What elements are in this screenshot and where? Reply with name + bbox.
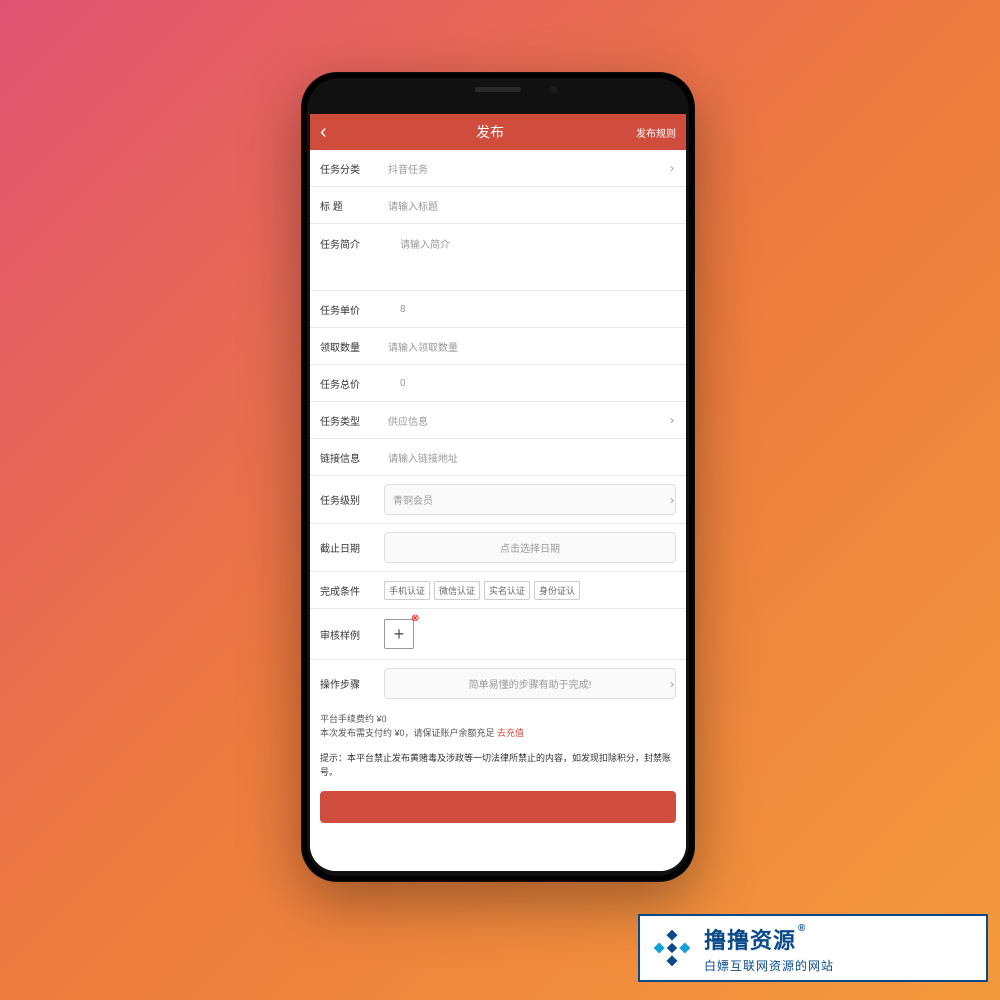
label-steps: 操作步骤 bbox=[320, 676, 376, 691]
chevron-right-icon: › bbox=[670, 413, 674, 427]
row-conditions: 完成条件 手机认证 微信认证 实名认证 身份证认 bbox=[310, 572, 686, 608]
row-deadline[interactable]: 截止日期 点击选择日期 bbox=[310, 524, 686, 571]
label-level: 任务级别 bbox=[320, 492, 376, 507]
screen: ‹ 发布 发布规则 任务分类 抖音任务 › 标 题 请输入标题 任务简介 bbox=[310, 114, 686, 871]
registered-icon: ® bbox=[798, 923, 806, 934]
tag-realname-verify[interactable]: 实名认证 bbox=[484, 581, 530, 600]
front-camera bbox=[550, 86, 557, 93]
row-title: 标 题 请输入标题 bbox=[310, 187, 686, 223]
tag-phone-verify[interactable]: 手机认证 bbox=[384, 581, 430, 600]
row-category[interactable]: 任务分类 抖音任务 › bbox=[310, 150, 686, 186]
row-level[interactable]: 任务级别 青铜会员 › bbox=[310, 476, 686, 523]
form-content[interactable]: 任务分类 抖音任务 › 标 题 请输入标题 任务简介 请输入简介 任务单价 bbox=[310, 150, 686, 871]
row-price: 任务单价 8 bbox=[310, 291, 686, 327]
badge-subtitle: 白嫖互联网资源的网站 bbox=[704, 957, 834, 974]
input-qty[interactable]: 请输入领取数量 bbox=[384, 339, 676, 354]
label-link: 链接信息 bbox=[320, 450, 376, 465]
fee-info: 平台手续费约 ¥0 本次发布需支付约 ¥0，请保证账户余额充足 去充值 bbox=[310, 707, 686, 746]
tag-wechat-verify[interactable]: 微信认证 bbox=[434, 581, 480, 600]
chevron-right-icon: › bbox=[670, 677, 674, 691]
date-picker[interactable]: 点击选择日期 bbox=[384, 532, 676, 563]
upload-sample-button[interactable]: + ⊗ bbox=[384, 619, 414, 649]
value-type: 供应信息 bbox=[384, 413, 676, 428]
recharge-link[interactable]: 去充值 bbox=[497, 728, 524, 738]
label-sample: 审核样例 bbox=[320, 627, 376, 642]
badge-title: 撸撸资源® bbox=[704, 923, 834, 955]
badge-logo-icon bbox=[650, 926, 694, 970]
back-button[interactable]: ‹ bbox=[320, 121, 344, 144]
input-steps[interactable]: 简单易懂的步骤有助于完成! bbox=[384, 668, 676, 699]
tag-id-verify[interactable]: 身份证认 bbox=[534, 581, 580, 600]
select-level[interactable]: 青铜会员 bbox=[384, 484, 676, 515]
input-title[interactable]: 请输入标题 bbox=[384, 198, 676, 213]
input-link[interactable]: 请输入链接地址 bbox=[384, 450, 676, 465]
label-type: 任务类型 bbox=[320, 413, 376, 428]
close-icon[interactable]: ⊗ bbox=[411, 614, 421, 624]
phone-frame: ‹ 发布 发布规则 任务分类 抖音任务 › 标 题 请输入标题 任务简介 bbox=[301, 72, 695, 882]
row-intro: 任务简介 请输入简介 bbox=[310, 224, 686, 290]
fee-line2: 本次发布需支付约 ¥0，请保证账户余额充足 去充值 bbox=[320, 727, 676, 741]
label-intro: 任务简介 bbox=[320, 236, 376, 251]
row-link: 链接信息 请输入链接地址 bbox=[310, 439, 686, 475]
navbar: ‹ 发布 发布规则 bbox=[310, 114, 686, 150]
row-total: 任务总价 0 bbox=[310, 365, 686, 401]
earpiece bbox=[475, 87, 521, 92]
watermark-badge: 撸撸资源® 白嫖互联网资源的网站 bbox=[638, 914, 988, 982]
value-total: 0 bbox=[384, 378, 676, 389]
deadline-placeholder: 点击选择日期 bbox=[500, 540, 560, 555]
label-title: 标 题 bbox=[320, 198, 376, 213]
label-total: 任务总价 bbox=[320, 376, 376, 391]
rules-link[interactable]: 发布规则 bbox=[636, 125, 676, 140]
condition-tags: 手机认证 微信认证 实名认证 身份证认 bbox=[384, 581, 580, 600]
row-steps[interactable]: 操作步骤 简单易懂的步骤有助于完成! › bbox=[310, 660, 686, 707]
label-conditions: 完成条件 bbox=[320, 583, 376, 598]
value-category: 抖音任务 bbox=[384, 161, 676, 176]
page-title: 发布 bbox=[476, 122, 504, 142]
submit-button[interactable] bbox=[320, 791, 676, 823]
label-category: 任务分类 bbox=[320, 161, 376, 176]
row-sample: 审核样例 + ⊗ bbox=[310, 609, 686, 659]
label-price: 任务单价 bbox=[320, 302, 376, 317]
warning-text: 提示：本平台禁止发布黄赌毒及涉政等一切法律所禁止的内容，如发现扣除积分，封禁账号… bbox=[310, 746, 686, 785]
input-intro[interactable]: 请输入简介 bbox=[384, 236, 676, 251]
row-type[interactable]: 任务类型 供应信息 › bbox=[310, 402, 686, 438]
label-deadline: 截止日期 bbox=[320, 540, 376, 555]
row-qty: 领取数量 请输入领取数量 bbox=[310, 328, 686, 364]
fee-line1: 平台手续费约 ¥0 bbox=[320, 713, 676, 727]
label-qty: 领取数量 bbox=[320, 339, 376, 354]
chevron-right-icon: › bbox=[670, 493, 674, 507]
value-level: 青铜会员 bbox=[393, 492, 433, 507]
badge-text: 撸撸资源® 白嫖互联网资源的网站 bbox=[704, 923, 834, 974]
phone-inner: ‹ 发布 发布规则 任务分类 抖音任务 › 标 题 请输入标题 任务简介 bbox=[307, 78, 689, 876]
steps-placeholder: 简单易懂的步骤有助于完成! bbox=[469, 676, 592, 691]
fee-line2a: 本次发布需支付约 ¥0，请保证账户余额充足 bbox=[320, 728, 497, 738]
chevron-right-icon: › bbox=[670, 161, 674, 175]
input-price[interactable]: 8 bbox=[384, 304, 676, 315]
